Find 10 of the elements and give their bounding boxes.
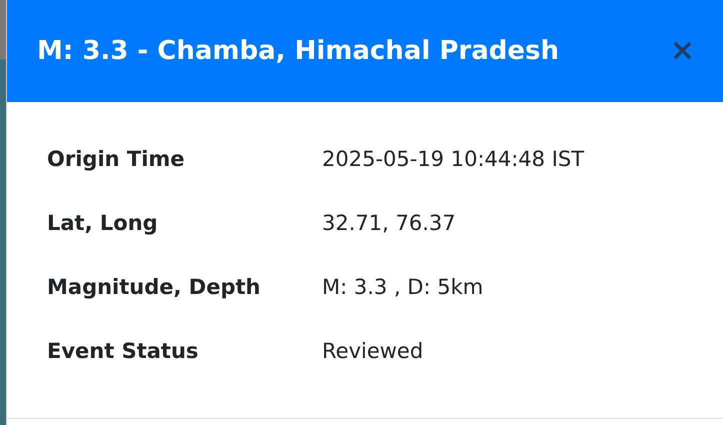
detail-value: M: 3.3 , D: 5km [322,274,484,301]
detail-label: Lat, Long [47,210,159,237]
close-button[interactable]: × [668,36,697,66]
modal-title: M: 3.3 - Chamba, Himachal Pradesh [37,36,559,66]
detail-value: 2025-05-19 10:44:48 IST [322,146,586,173]
detail-label: Event Status [47,338,200,365]
detail-value: 32.71, 76.37 [322,210,457,237]
detail-value: Reviewed [322,338,424,365]
detail-label: Origin Time [47,146,186,173]
detail-label: Magnitude, Depth [47,274,262,301]
